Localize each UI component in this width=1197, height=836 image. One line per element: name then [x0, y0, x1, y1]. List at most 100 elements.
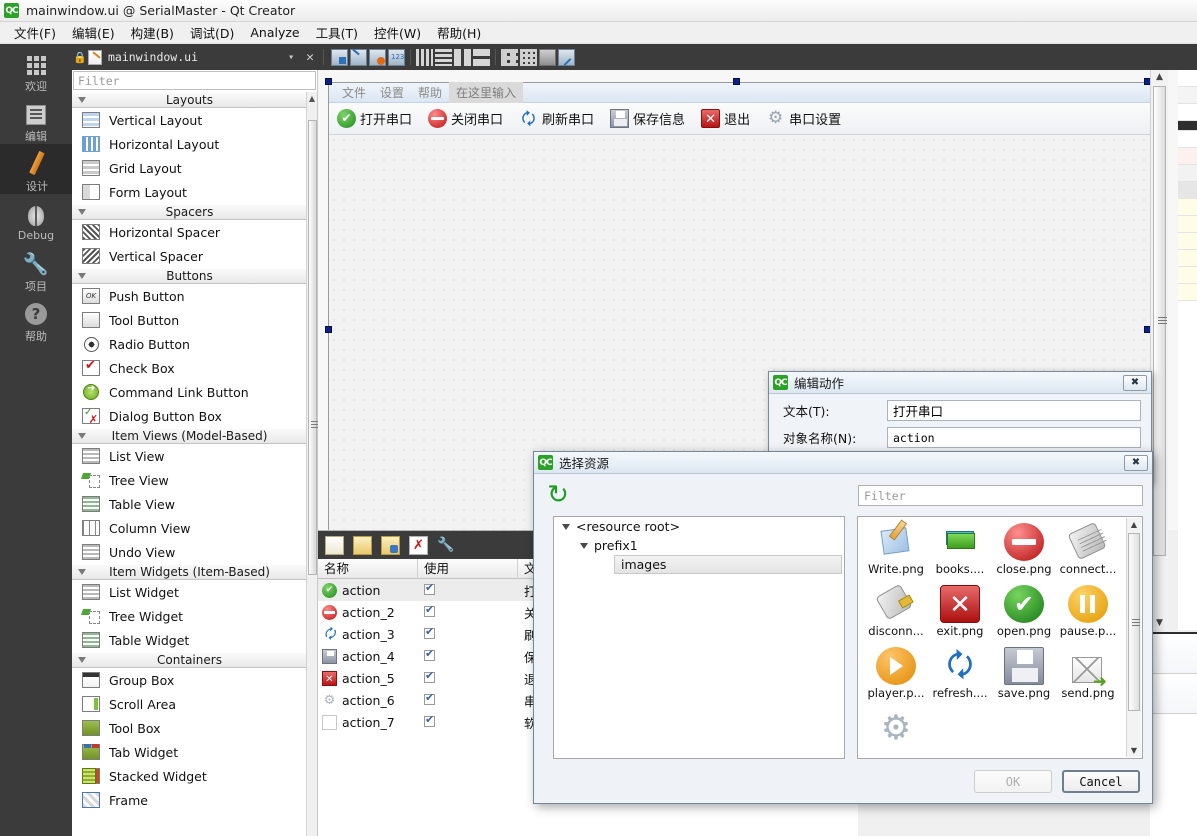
resize-handle-mid-left[interactable]: [325, 326, 332, 333]
menu-edit[interactable]: 编辑(E): [64, 21, 123, 44]
reload-icon[interactable]: ↻: [543, 482, 573, 508]
menu-window[interactable]: 控件(W): [366, 21, 429, 44]
widget-item-push-button[interactable]: OK Push Button: [72, 284, 307, 308]
resize-handle-top-left[interactable]: [325, 78, 332, 85]
form-action-refresh-port[interactable]: 🗘 刷新串口: [519, 109, 594, 128]
form-action-save-info[interactable]: 保存信息: [610, 109, 685, 128]
object-name-field[interactable]: action: [887, 427, 1141, 448]
form-action-close-port[interactable]: 关闭串口: [428, 109, 503, 128]
widget-item-horizontal-spacer[interactable]: Horizontal Spacer: [72, 220, 307, 244]
layout-vertical-icon[interactable]: [435, 48, 452, 66]
menu-help[interactable]: 帮助(H): [429, 21, 489, 44]
close-icon[interactable]: ✖: [1123, 374, 1147, 391]
scroll-down-icon[interactable]: ▼: [1127, 744, 1141, 757]
resource-file-item[interactable]: pause.p...: [1056, 585, 1120, 647]
scrollbar-thumb[interactable]: [1153, 86, 1167, 556]
scroll-up-icon[interactable]: ▲: [1127, 518, 1141, 531]
menu-file[interactable]: 文件(F): [6, 21, 64, 44]
column-header-used[interactable]: 使用: [418, 558, 518, 579]
widget-item-tab-widget[interactable]: Tab Widget: [72, 740, 307, 764]
break-layout-icon[interactable]: [539, 48, 556, 66]
mode-debug[interactable]: Debug: [0, 194, 72, 244]
widget-group-layouts[interactable]: Layouts: [72, 92, 307, 108]
widget-item-dialog-button-box[interactable]: Dialog Button Box: [72, 404, 307, 428]
bottom-right-panel[interactable]: [1150, 632, 1197, 836]
tree-item-resource-root[interactable]: <resource root>: [554, 517, 844, 536]
widget-item-column-view[interactable]: Column View: [72, 516, 307, 540]
resource-file-item[interactable]: player.p...: [864, 647, 928, 709]
lock-icon[interactable]: 🔒: [72, 51, 88, 64]
widget-group-item-widgets[interactable]: Item Widgets (Item-Based): [72, 564, 307, 580]
close-icon[interactable]: ✕: [300, 50, 320, 65]
widget-group-spacers[interactable]: Spacers: [72, 204, 307, 220]
widget-item-grid-layout[interactable]: Grid Layout: [72, 156, 307, 180]
form-menu-bar[interactable]: 文件 设置 帮助 在这里输入: [329, 82, 1152, 103]
form-action-port-settings[interactable]: ⚙ 串口设置: [766, 109, 841, 129]
resize-handle-top-center[interactable]: [733, 78, 740, 85]
resource-grid-scrollbar[interactable]: ▲ ▼: [1126, 518, 1141, 757]
resource-file-item[interactable]: send.png: [1056, 647, 1120, 709]
widget-item-check-box[interactable]: Check Box: [72, 356, 307, 380]
resource-file-item[interactable]: disconn...: [864, 583, 928, 647]
widget-item-tree-widget[interactable]: Tree Widget: [72, 604, 307, 628]
cancel-button[interactable]: Cancel: [1062, 770, 1140, 793]
widget-box-filter-input[interactable]: Filter: [73, 71, 316, 90]
form-menu-help[interactable]: 帮助: [411, 82, 449, 103]
action-used-checkbox[interactable]: [418, 691, 518, 708]
widget-item-table-widget[interactable]: Table Widget: [72, 628, 307, 652]
edit-buddies-icon[interactable]: [369, 48, 386, 66]
menu-build[interactable]: 构建(B): [123, 21, 182, 44]
scroll-up-icon[interactable]: ▲: [307, 92, 317, 104]
text-field[interactable]: 打开串口: [887, 400, 1141, 421]
edit-widgets-icon[interactable]: [331, 48, 348, 66]
new-folder-icon[interactable]: [353, 535, 372, 555]
ok-button[interactable]: OK: [974, 770, 1052, 793]
widget-item-stacked-widget[interactable]: Stacked Widget: [72, 764, 307, 788]
resource-file-item[interactable]: books....: [928, 523, 992, 585]
layout-form-icon[interactable]: [501, 48, 518, 66]
wrench-icon[interactable]: 🔧: [437, 536, 456, 555]
action-used-checkbox[interactable]: [418, 713, 518, 730]
menu-analyze[interactable]: Analyze: [242, 23, 307, 42]
widget-group-buttons[interactable]: Buttons: [72, 268, 307, 284]
mode-design[interactable]: 设计: [0, 144, 72, 194]
resource-file-item[interactable]: Write.png: [864, 523, 928, 585]
menu-tools[interactable]: 工具(T): [308, 21, 366, 44]
form-menu-placeholder[interactable]: 在这里输入: [449, 82, 524, 103]
widget-item-frame[interactable]: Frame: [72, 788, 307, 812]
edit-signals-icon[interactable]: [350, 48, 367, 66]
layout-splitter-v-icon[interactable]: [473, 48, 490, 66]
resource-file-item[interactable]: open.png: [992, 585, 1056, 647]
widget-item-vertical-spacer[interactable]: Vertical Spacer: [72, 244, 307, 268]
layout-horizontal-icon[interactable]: [416, 48, 433, 66]
mode-edit[interactable]: 编辑: [0, 94, 72, 144]
widget-item-horizontal-layout[interactable]: Horizontal Layout: [72, 132, 307, 156]
widget-item-tool-box[interactable]: Tool Box: [72, 716, 307, 740]
widget-item-form-layout[interactable]: Form Layout: [72, 180, 307, 204]
select-resource-dialog[interactable]: QC 选择资源 ✖ ↻ Filter <resource root> prefi…: [533, 451, 1153, 804]
tree-item-images[interactable]: images: [614, 555, 842, 574]
resource-file-item[interactable]: connect...: [1056, 521, 1120, 585]
widget-group-item-views[interactable]: Item Views (Model-Based): [72, 428, 307, 444]
menu-debug[interactable]: 调试(D): [182, 21, 242, 44]
resource-file-item[interactable]: exit.png: [928, 585, 992, 647]
widget-item-command-link-button[interactable]: Command Link Button: [72, 380, 307, 404]
widget-item-list-widget[interactable]: List Widget: [72, 580, 307, 604]
widget-group-containers[interactable]: Containers: [72, 652, 307, 668]
scrollbar-thumb[interactable]: [1128, 533, 1140, 711]
mode-projects[interactable]: 🔧 项目: [0, 244, 72, 294]
widget-item-undo-view[interactable]: Undo View: [72, 540, 307, 564]
mode-welcome[interactable]: 欢迎: [0, 44, 72, 94]
close-icon[interactable]: ✖: [1124, 454, 1148, 471]
widget-box-list[interactable]: Layouts Vertical Layout Horizontal Layou…: [72, 92, 307, 836]
action-used-checkbox[interactable]: [418, 625, 518, 642]
resource-tree[interactable]: <resource root> prefix1 images: [553, 516, 845, 759]
new-action-icon[interactable]: [325, 535, 344, 555]
expand-triangle-icon[interactable]: [580, 542, 588, 549]
layout-grid-icon[interactable]: [520, 48, 537, 66]
form-action-open-port[interactable]: 打开串口: [337, 109, 412, 128]
widget-item-group-box[interactable]: Group Box: [72, 668, 307, 692]
delete-icon[interactable]: [409, 535, 428, 555]
action-used-checkbox[interactable]: [418, 581, 518, 598]
adjust-size-icon[interactable]: [558, 48, 575, 66]
